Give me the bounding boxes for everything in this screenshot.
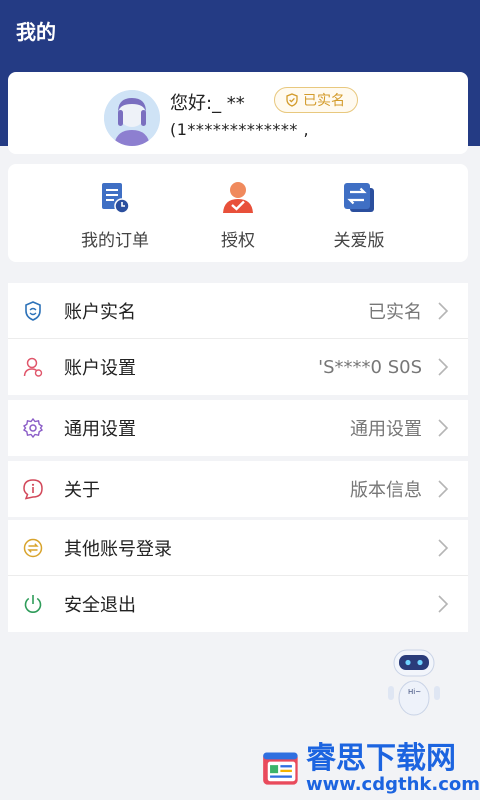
info-icon [23,479,43,500]
chevron-right-icon [438,538,449,557]
menu-row-label: 通用设置 [64,419,136,440]
menu-group-account: 账户实名 已实名 账户设置 'S****0 S0S [8,283,468,395]
menu-row-label: 账户设置 [64,358,136,379]
menu-row-other-login[interactable]: 其他账号登录 [8,520,468,576]
avatar[interactable] [104,90,160,146]
robot-badge-text: Hi~ [408,688,421,696]
menu-row-label: 账户实名 [64,301,136,323]
shortcut-label: 关爱版 [333,231,385,251]
menu-row-label: 关于 [64,480,100,501]
gear-icon [22,417,44,439]
chevron-right-icon [438,301,449,320]
verified-badge: 已实名 [274,87,358,113]
menu-row-value: 版本信息 [350,480,422,501]
shortcut-label: 授权 [221,231,255,251]
authorize-icon [223,182,253,213]
care-mode-icon [344,183,374,212]
profile-card[interactable]: 您好:_ ** 已实名 (1************* , [8,72,468,154]
shortcut-label: 我的订单 [81,231,149,251]
shortcut-my-orders[interactable]: 我的订单 [60,180,170,251]
power-icon [24,595,42,613]
menu-row-about[interactable]: 关于 版本信息 [8,461,468,517]
shield-check-icon [286,93,298,107]
menu-group-session: 其他账号登录 安全退出 [8,520,468,632]
shield-icon [25,300,41,321]
menu-row-value: 已实名 [368,301,422,323]
shortcut-card: 我的订单 授权 关爱版 [8,164,468,262]
phone-number: (1************* , [170,120,310,139]
chevron-right-icon [438,419,449,437]
shortcut-authorize[interactable]: 授权 [183,180,293,251]
watermark-logo-icon [263,752,298,785]
menu-row-real-name[interactable]: 账户实名 已实名 [8,283,468,339]
user-settings-icon [23,357,43,377]
menu-row-general-settings[interactable]: 通用设置 通用设置 [8,400,468,456]
menu-row-value: 通用设置 [350,419,422,440]
switch-account-icon [23,538,43,557]
verified-badge-label: 已实名 [303,93,345,109]
menu-row-label: 安全退出 [64,595,136,616]
watermark-title: 睿思下载网 [305,740,456,776]
menu-group-about: 关于 版本信息 [8,461,468,517]
menu-group-general: 通用设置 通用设置 [8,400,468,456]
chevron-right-icon [438,358,449,376]
greeting-text: 您好:_ ** [170,93,245,114]
menu-row-value: 'S****0 S0S [318,356,422,378]
watermark: 睿思下载网 www.cdgthk.com [262,736,480,800]
order-icon [102,183,130,214]
watermark-url: www.cdgthk.com [305,773,480,795]
assistant-robot-button[interactable]: Hi~ [384,646,444,718]
menu-row-logout[interactable]: 安全退出 [8,576,468,632]
chevron-right-icon [438,595,449,613]
chevron-right-icon [438,480,449,498]
menu-row-label: 其他账号登录 [64,538,172,560]
shortcut-care-mode[interactable]: 关爱版 [304,180,414,251]
page-title: 我的 [16,20,56,44]
menu-row-account-settings[interactable]: 账户设置 'S****0 S0S [8,339,468,395]
robot-icon: Hi~ [388,649,440,716]
